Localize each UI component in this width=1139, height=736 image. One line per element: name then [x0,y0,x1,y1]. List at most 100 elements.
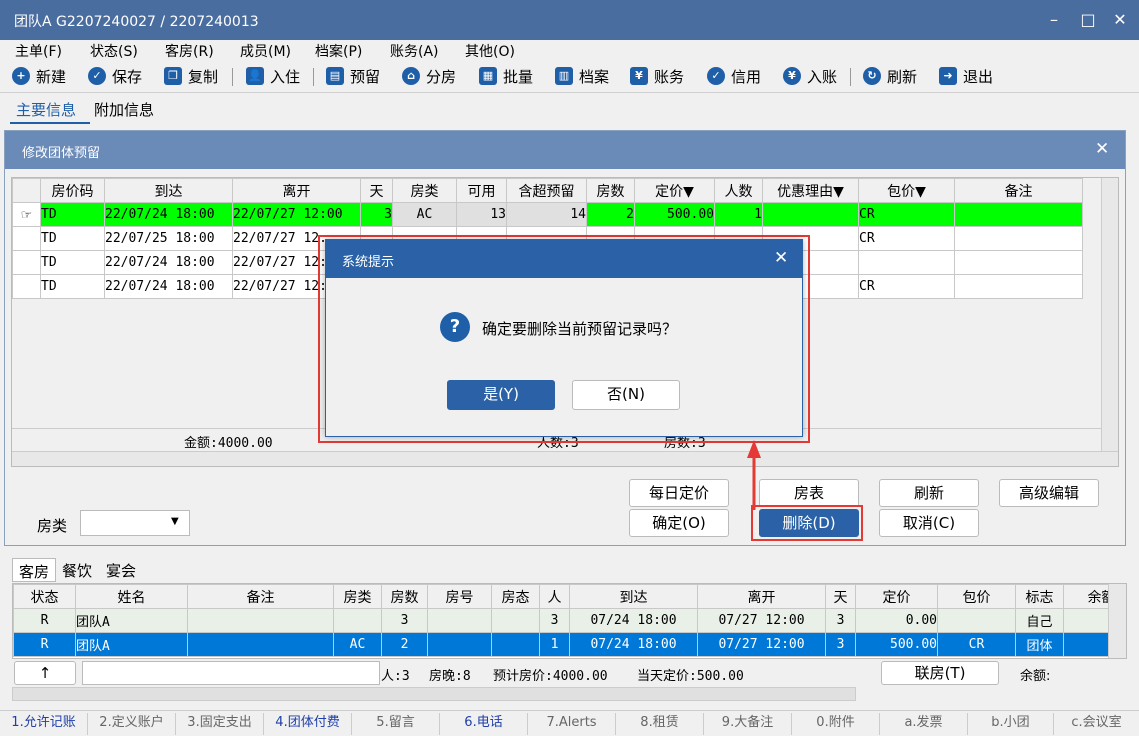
table-cell[interactable]: 500.00 [634,202,715,227]
table-cell[interactable] [954,226,1083,251]
column-header[interactable]: 房号 [427,584,492,609]
status-invoice[interactable]: a.发票 [880,713,968,735]
column-header[interactable]: 备注 [954,178,1083,203]
room-chart-button[interactable]: 房表 [759,479,859,507]
column-header[interactable]: 备注 [187,584,334,609]
table-cell[interactable] [491,632,540,657]
table-cell[interactable]: 2 [586,202,635,227]
column-header[interactable]: 状态 [13,584,76,609]
status-define-account[interactable]: 2.定义账户 [88,713,176,735]
table-cell[interactable]: 3 [825,608,856,633]
roomtype-select[interactable]: ▼ [80,510,190,536]
table-cell[interactable] [187,608,334,633]
table-cell[interactable]: 3 [825,632,856,657]
column-header[interactable]: 房数 [381,584,428,609]
column-header[interactable]: 人数 [714,178,763,203]
daily-rate-button[interactable]: 每日定价 [629,479,729,507]
save-button[interactable]: ✓ 保存 [88,64,142,88]
menu-item-status[interactable]: 状态(S) [90,41,138,61]
status-message[interactable]: 5.留言 [352,713,440,735]
horizontal-scrollbar[interactable] [12,687,856,701]
advanced-edit-button[interactable]: 高级编辑 [999,479,1099,507]
dialog-close-icon[interactable]: ✕ [774,248,788,268]
table-cell[interactable] [187,632,334,657]
column-header[interactable]: 离开 [697,584,826,609]
status-big-note[interactable]: 9.大备注 [704,713,792,735]
column-header[interactable]: 房态 [491,584,540,609]
table-cell[interactable]: R [13,608,76,633]
table-row[interactable]: R 团队A 3 3 07/24 18:00 07/27 12:00 3 0.00… [13,608,1126,633]
post-button[interactable]: ¥ 入账 [783,64,837,88]
menu-item-members[interactable]: 成员(M) [240,41,291,61]
vertical-scrollbar[interactable] [1108,584,1126,658]
table-cell[interactable]: 1 [714,202,763,227]
table-cell[interactable] [762,202,859,227]
menu-item-main[interactable]: 主单(F) [15,41,62,61]
table-cell[interactable]: 22/07/24 18:00 [104,202,233,227]
panel-refresh-button[interactable]: 刷新 [879,479,979,507]
no-button[interactable]: 否(N) [572,380,680,410]
assign-room-button[interactable]: ⌂ 分房 [402,64,456,88]
table-cell[interactable] [427,632,492,657]
table-cell[interactable]: TD [40,274,105,299]
cancel-button[interactable]: 取消(C) [879,509,979,537]
table-cell[interactable]: TD [40,250,105,275]
column-header[interactable]: 可用 [456,178,507,203]
table-cell[interactable] [937,608,1016,633]
table-cell[interactable]: 团体 [1015,632,1064,657]
table-cell[interactable]: 14 [506,202,587,227]
table-row-selected[interactable]: ☞ TD 22/07/24 18:00 22/07/27 12:00 3 AC … [12,202,1083,227]
tab-banquet[interactable]: 宴会 [102,558,146,582]
status-allow-charge[interactable]: 1.允许记账 [0,713,88,735]
vertical-scrollbar[interactable] [1101,178,1118,451]
table-cell[interactable]: 团队A [75,632,188,657]
table-cell[interactable] [954,202,1083,227]
column-header[interactable]: 含超预留 [506,178,587,203]
checkin-button[interactable]: 👤 入住 [246,64,300,88]
status-meeting-room[interactable]: c.会议室 [1054,713,1139,735]
table-cell[interactable]: 3 [539,608,570,633]
table-cell[interactable] [427,608,492,633]
status-lease[interactable]: 8.租赁 [616,713,704,735]
table-cell[interactable]: 22/07/27 12:00 [232,202,361,227]
column-header[interactable]: 优惠理由▼ [762,178,859,203]
table-cell[interactable]: 13 [456,202,507,227]
maximize-icon[interactable]: □ [1076,8,1100,32]
status-attachment[interactable]: 0.附件 [792,713,880,735]
tab-extra-info[interactable]: 附加信息 [88,96,168,124]
account-button[interactable]: ¥ 账务 [630,64,684,88]
table-cell[interactable]: AC [392,202,457,227]
column-header[interactable]: 标志 [1015,584,1064,609]
table-cell[interactable]: 0.00 [855,608,938,633]
table-cell[interactable]: 07/27 12:00 [697,608,826,633]
batch-button[interactable]: ▦ 批量 [479,64,533,88]
table-cell[interactable]: TD [40,226,105,251]
new-button[interactable]: + 新建 [12,64,66,88]
table-cell[interactable] [491,608,540,633]
table-cell[interactable]: 22/07/24 18:00 [104,274,233,299]
column-header[interactable]: 到达 [569,584,698,609]
table-cell[interactable]: CR [937,632,1016,657]
table-cell[interactable]: 07/24 18:00 [569,608,698,633]
table-cell[interactable]: 22/07/25 18:00 [104,226,233,251]
menu-item-accounts[interactable]: 账务(A) [390,41,439,61]
status-subgroup[interactable]: b.小团 [968,713,1054,735]
tab-dining[interactable]: 餐饮 [58,558,102,582]
archive-button[interactable]: ▥ 档案 [555,64,609,88]
status-phone[interactable]: 6.电话 [440,713,528,735]
menu-item-rooms[interactable]: 客房(R) [165,41,214,61]
table-row-selected[interactable]: R 团队A AC 2 1 07/24 18:00 07/27 12:00 3 5… [13,632,1126,657]
summary-input[interactable] [82,661,380,685]
minimize-icon[interactable]: – [1042,8,1066,32]
up-arrow-button[interactable]: ↑ [14,661,76,685]
table-cell[interactable]: 1 [539,632,570,657]
tab-main-info[interactable]: 主要信息 [10,96,90,124]
tab-rooms[interactable]: 客房 [12,558,56,582]
status-group-pay[interactable]: 4.团体付费 [264,713,352,735]
copy-button[interactable]: ❐ 复制 [164,64,218,88]
column-header[interactable]: 定价 [855,584,938,609]
table-cell[interactable] [333,608,382,633]
status-alerts[interactable]: 7.Alerts [528,713,616,735]
column-header[interactable]: 定价▼ [634,178,715,203]
table-cell[interactable]: TD [40,202,105,227]
